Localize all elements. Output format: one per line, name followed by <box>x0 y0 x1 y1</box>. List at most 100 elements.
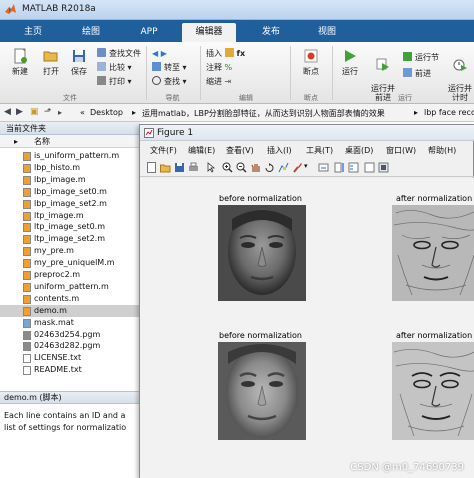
forward-icon[interactable]: ▶ <box>16 107 23 117</box>
tab-publish[interactable]: 发布 <box>248 23 294 42</box>
file-list-item[interactable]: 02463d282.pgm <box>0 340 140 352</box>
save-button[interactable]: 保存 <box>66 48 92 77</box>
file-list-item[interactable]: contents.m <box>0 293 140 305</box>
back-icon[interactable]: ◀ <box>4 107 11 117</box>
file-list-item[interactable]: my_pre_uniquelM.m <box>0 257 140 269</box>
zoom-out-icon[interactable] <box>236 162 247 173</box>
run-section-button[interactable]: 运行节 <box>403 52 439 64</box>
compare-label: 比较 <box>109 63 125 72</box>
folder-up-icon[interactable]: ⬏ <box>44 107 52 117</box>
indent-button[interactable]: 缩进 ⇥ <box>206 76 231 88</box>
link-plot-icon[interactable] <box>318 162 329 173</box>
save-figure-icon[interactable] <box>174 162 185 173</box>
open-label: 打开 <box>43 67 59 76</box>
goto-button[interactable]: 转至 ▾ <box>152 62 187 74</box>
file-list-item[interactable]: uniform_pattern.m <box>0 281 140 293</box>
find-files-button[interactable]: 查找文件 <box>97 48 141 60</box>
panel-title-before-1: before normalization <box>219 194 302 203</box>
menu-window[interactable]: 窗口(W) <box>386 145 416 156</box>
hide-plot-tools-icon[interactable] <box>364 162 375 173</box>
file-name: my_pre_uniquelM.m <box>34 258 115 268</box>
open-file-icon[interactable] <box>160 162 171 173</box>
file-list-item[interactable]: 02463d254.pgm <box>0 329 140 341</box>
rotate-icon[interactable] <box>264 162 275 173</box>
pointer-icon[interactable] <box>206 162 217 173</box>
address-segment-1[interactable]: « <box>80 108 85 117</box>
file-list-item[interactable]: mask.mat <box>0 317 140 329</box>
file-list-item[interactable]: lbp_image.m <box>0 174 140 186</box>
m-file-icon <box>23 199 31 209</box>
nav-arrows[interactable]: ◀ ▶ <box>152 48 167 60</box>
file-list-item[interactable]: README.txt <box>0 364 140 376</box>
file-list-item[interactable]: ltp_image.m <box>0 210 140 222</box>
address-segment-desktop[interactable]: Desktop <box>90 108 123 117</box>
print-figure-icon[interactable] <box>188 162 199 173</box>
menu-view[interactable]: 查看(V) <box>226 145 254 156</box>
face-image-after-1 <box>392 205 474 301</box>
file-name: lbp_image_set2.m <box>34 198 107 208</box>
menu-insert[interactable]: 插入(I) <box>267 145 292 156</box>
breakpoint-icon <box>304 49 318 63</box>
compare-button[interactable]: 比较 ▾ <box>97 62 132 74</box>
run-button[interactable]: 运行 <box>336 48 364 77</box>
breakpoints-button[interactable]: 断点 <box>296 48 326 77</box>
address-segment-project[interactable]: 运用matlab，LBP分割脸部特征，从而达到识别人物面部表情的效果 <box>142 108 385 119</box>
file-list-item[interactable]: my_pre.m <box>0 245 140 257</box>
run-time-button[interactable]: 运行并 计时 <box>446 48 474 102</box>
watermark: CSDN @m0_74690739 <box>350 462 464 473</box>
insert-button[interactable]: 插入 fx <box>206 48 245 60</box>
tab-editor[interactable]: 编辑器 <box>182 23 236 42</box>
insert-label: 插入 <box>206 49 222 58</box>
advance-button[interactable]: 前进 <box>403 68 431 80</box>
face-image-before-1 <box>218 205 306 301</box>
pan-icon[interactable] <box>250 162 261 173</box>
file-name: mask.mat <box>34 317 74 327</box>
figure-title: Figure 1 <box>157 128 194 138</box>
file-name: ltp_image_set2.m <box>34 234 106 244</box>
tab-plots[interactable]: 绘图 <box>68 23 114 42</box>
file-list-item[interactable]: ltp_image_set0.m <box>0 221 140 233</box>
name-column-header[interactable]: ▸ 名称 <box>0 135 140 148</box>
zoom-in-icon[interactable] <box>222 162 233 173</box>
advance-label: 前进 <box>415 69 431 78</box>
tab-home[interactable]: 主页 <box>10 23 56 42</box>
tab-view[interactable]: 视图 <box>304 23 350 42</box>
data-cursor-icon[interactable] <box>278 162 289 173</box>
brush-icon[interactable] <box>292 162 303 173</box>
menu-edit[interactable]: 编辑(E) <box>188 145 215 156</box>
menu-desktop[interactable]: 桌面(D) <box>345 145 373 156</box>
file-list-item[interactable]: lbp_image_set0.m <box>0 186 140 198</box>
menu-file[interactable]: 文件(F) <box>150 145 177 156</box>
file-list-item[interactable]: preproc2.m <box>0 269 140 281</box>
browse-icon[interactable]: ▸ <box>58 108 62 117</box>
print-icon <box>97 76 106 85</box>
file-list-item[interactable]: lbp_image_set2.m <box>0 198 140 210</box>
figure-window: Figure 1 文件(F) 编辑(E) 查看(V) 插入(I) 工具(T) 桌… <box>139 124 474 478</box>
colorbar-icon[interactable] <box>334 162 345 173</box>
file-list-item[interactable]: ltp_image_set2.m <box>0 233 140 245</box>
m-file-icon <box>23 175 31 185</box>
find-button[interactable]: 查找 ▾ <box>152 76 187 88</box>
figure-canvas[interactable]: before normalization after normalization… <box>140 178 474 478</box>
show-plot-tools-icon[interactable] <box>378 162 389 173</box>
file-list-item[interactable]: is_uniform_pattern.m <box>0 150 140 162</box>
figure-icon <box>144 128 154 138</box>
brush-dropdown-icon[interactable]: ▾ <box>304 162 315 173</box>
new-figure-icon[interactable] <box>146 162 157 173</box>
file-list-item[interactable]: LICENSE.txt <box>0 352 140 364</box>
print-button[interactable]: 打印 ▾ <box>97 76 132 88</box>
file-list-item[interactable]: lbp_histo.m <box>0 162 140 174</box>
m-file-icon <box>23 247 31 257</box>
open-button[interactable]: 打开 <box>38 48 64 77</box>
legend-icon[interactable] <box>348 162 359 173</box>
panel-title-after-2: after normalization <box>396 331 473 340</box>
menu-help[interactable]: 帮助(H) <box>428 145 456 156</box>
save-icon <box>73 50 85 62</box>
new-button[interactable]: 新建 <box>6 48 34 77</box>
file-list-item[interactable]: demo.m <box>0 304 140 317</box>
tab-apps[interactable]: APP <box>126 23 172 42</box>
address-segment-lbp[interactable]: lbp face reco <box>424 108 474 117</box>
comment-button[interactable]: 注释 % <box>206 62 232 74</box>
menu-tools[interactable]: 工具(T) <box>306 145 333 156</box>
file-group-label: 文件 <box>63 94 77 102</box>
